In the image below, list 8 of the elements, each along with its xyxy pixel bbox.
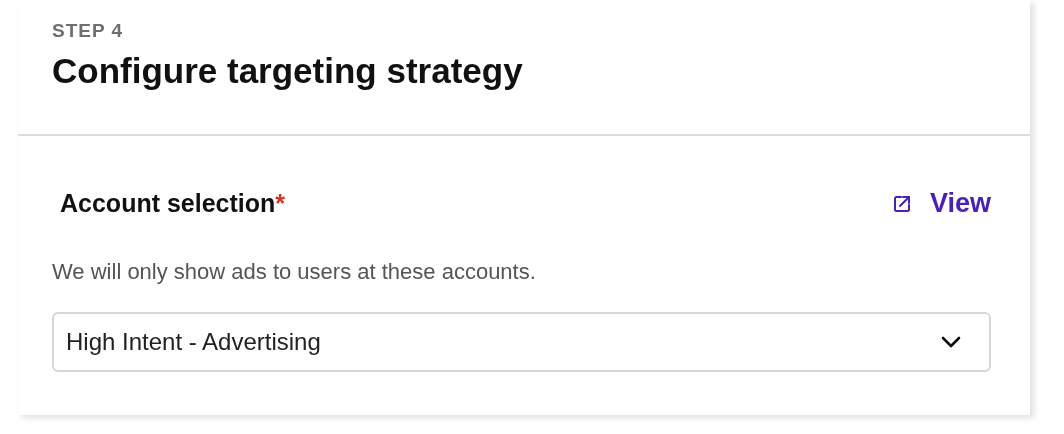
external-link-icon [891, 193, 912, 214]
chevron-down-icon [941, 336, 961, 348]
view-link[interactable]: View [891, 188, 991, 219]
step-label: STEP 4 [52, 20, 125, 42]
section-title: Configure targeting strategy [52, 51, 524, 91]
account-select[interactable]: High Intent - Advertising [52, 312, 991, 372]
field-label: Account selection* [60, 189, 286, 218]
field-description: We will only show ads to users at these accounts. [52, 259, 537, 285]
